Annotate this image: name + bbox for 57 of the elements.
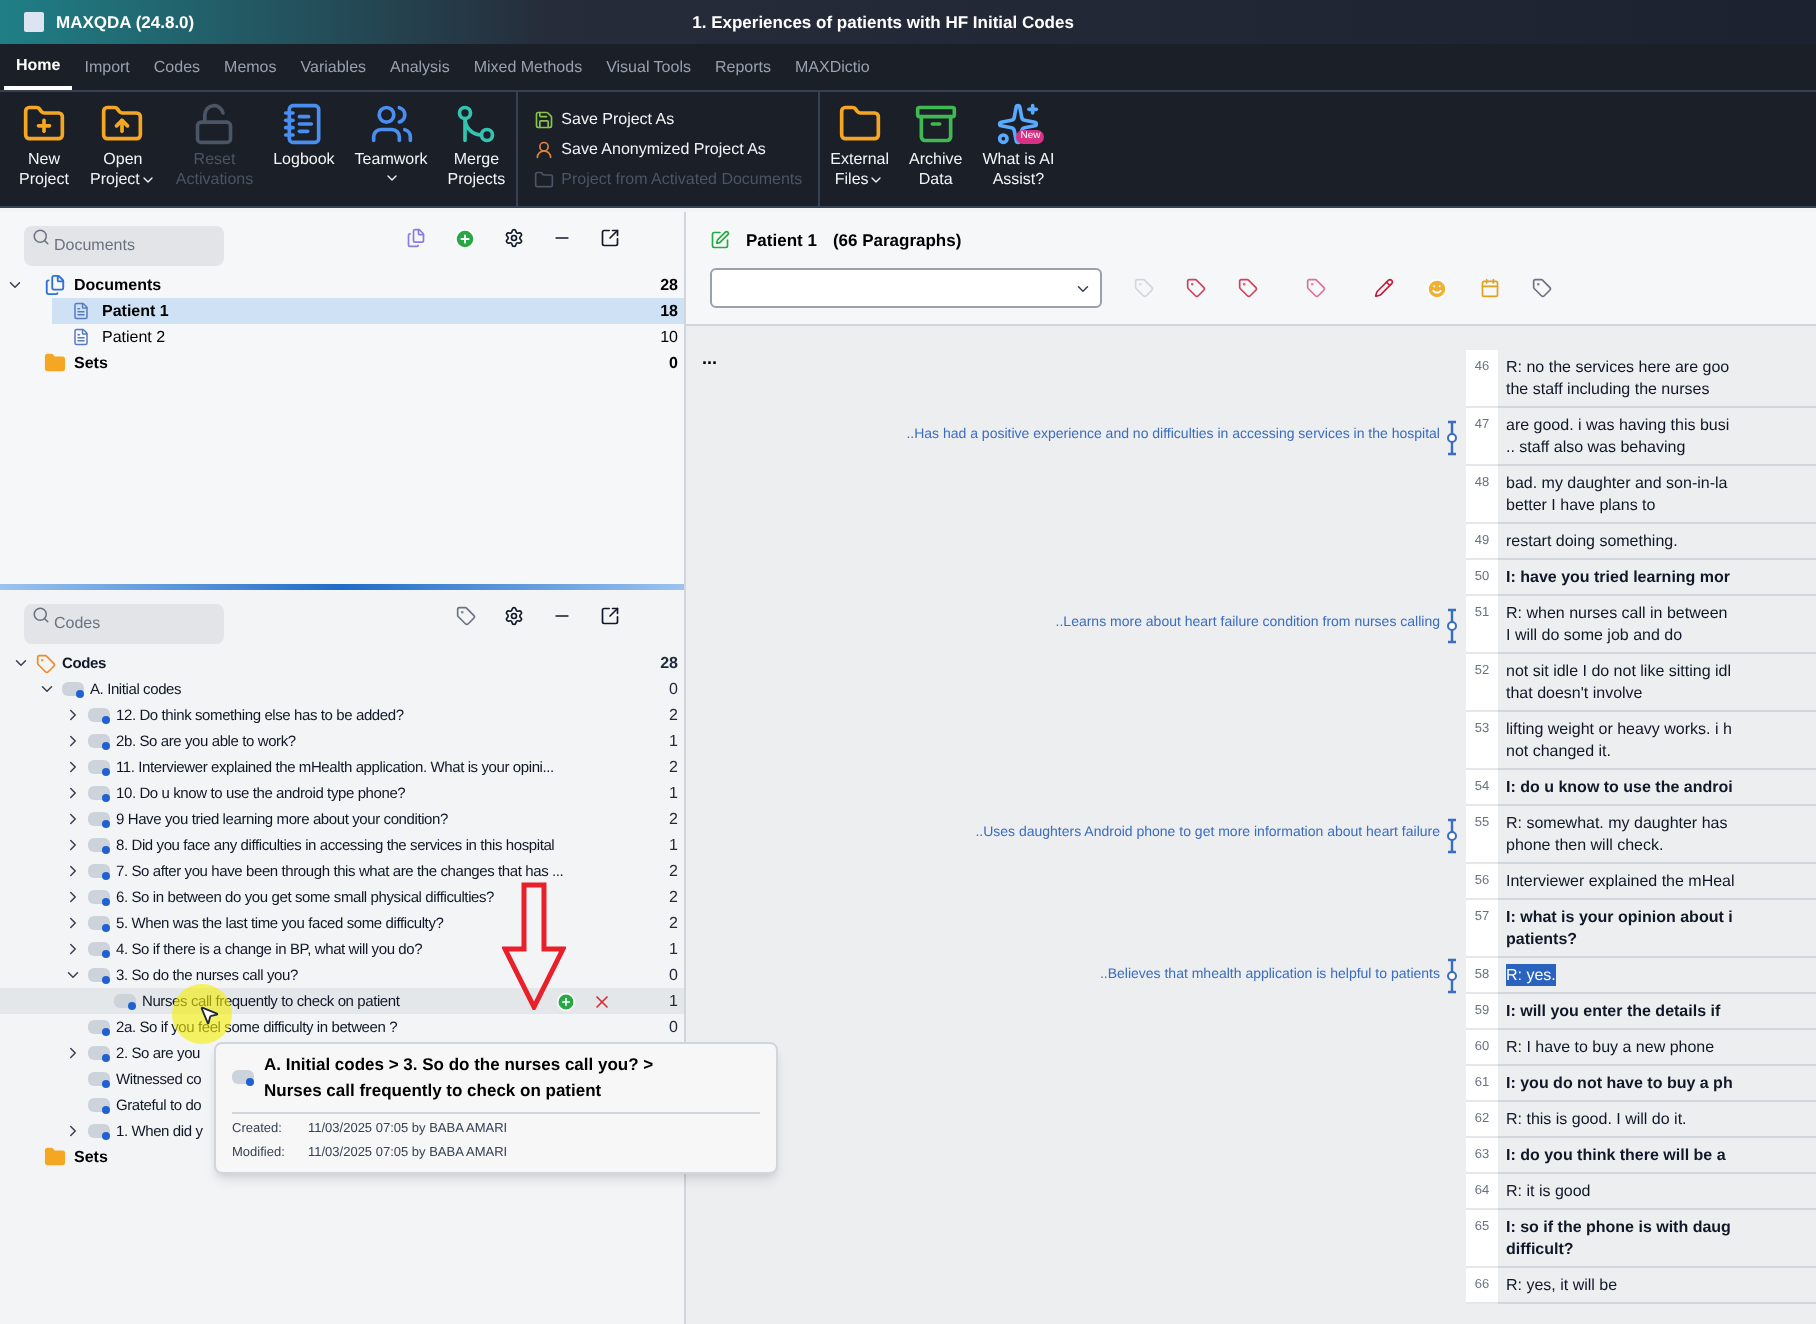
paragraph-text: better I have plans to <box>1506 494 1656 516</box>
paragraph-text: that doesn't involve <box>1506 682 1643 704</box>
paragraph-text: restart doing something. <box>1506 530 1678 552</box>
paragraph-text: I: do u know to use the androi <box>1506 776 1733 798</box>
document-label: Patient 1 <box>102 299 169 323</box>
paragraph-count: (66 Paragraphs) <box>832 227 962 253</box>
code-count: 2 <box>667 859 680 883</box>
code-count: 1 <box>667 781 680 805</box>
paragraph-text: I: have you tried learning mor <box>1506 566 1731 588</box>
paragraph-text: I: you do not have to buy a ph <box>1506 1072 1733 1094</box>
paragraph-text: difficult? <box>1506 1238 1574 1260</box>
code-count: 2 <box>667 703 680 727</box>
paragraph-text: .. staff also was behaving <box>1506 436 1686 458</box>
sets-count: 0 <box>667 351 680 375</box>
paragraph-text: I: so if the phone is with daug <box>1506 1216 1731 1238</box>
code-count: 1 <box>667 937 680 961</box>
tooltip-code-name: Nurses call frequently to check on patient <box>264 1077 604 1103</box>
paragraph-text: R: it is good <box>1506 1180 1591 1202</box>
paragraph-text: R: no the services here are goo <box>1506 356 1730 378</box>
document-label: Patient 2 <box>102 325 166 349</box>
paragraph-text: R: when nurses call in between <box>1506 602 1728 624</box>
code-count: 0 <box>667 1015 680 1039</box>
code-count: 1 <box>667 989 680 1013</box>
code-count: 0 <box>667 963 680 987</box>
document-count: 10 <box>658 325 680 349</box>
document-count: 28 <box>658 273 680 297</box>
paragraph-text: R: this is good. I will do it. <box>1506 1108 1687 1130</box>
paragraph-text: phone then will check. <box>1506 834 1664 856</box>
paragraph-text: bad. my daughter and son-in-la <box>1506 472 1728 494</box>
paragraph-text: patients? <box>1506 928 1578 950</box>
code-count: 1 <box>667 833 680 857</box>
app-title: MAXQDA (24.8.0) <box>56 9 195 35</box>
paragraph-text: R: yes. <box>1506 964 1556 986</box>
code-count: 2 <box>667 755 680 779</box>
tooltip-code-path: A. Initial codes > 3. So do the nurses call you? > <box>264 1052 654 1078</box>
paragraph-text: not changed it. <box>1506 740 1611 762</box>
code-count: 0 <box>667 677 680 701</box>
paragraph-text: I: what is your opinion about i <box>1506 906 1733 928</box>
code-count: 2 <box>667 807 680 831</box>
document-count: 18 <box>658 299 680 323</box>
code-count: 1 <box>667 729 680 753</box>
paragraph-text: Interviewer explained the mHeal <box>1506 870 1735 892</box>
paragraph-text: I: will you enter the details if <box>1506 1000 1721 1022</box>
paragraph-text: R: I have to buy a new phone <box>1506 1036 1715 1058</box>
document-title: Patient 1 <box>746 227 817 253</box>
paragraph-text: not sit idle I do not like sitting idl <box>1506 660 1732 682</box>
paragraph-text: I will do some job and do <box>1506 624 1683 646</box>
paragraph-text: are good. i was having this busi <box>1506 414 1730 436</box>
paragraph-text: lifting weight or heavy works. i h <box>1506 718 1732 740</box>
paragraph-text: R: somewhat. my daughter has <box>1506 812 1728 834</box>
window-title: 1. Experiences of patients with HF Initial Codes <box>692 9 1074 35</box>
code-count: 2 <box>667 911 680 935</box>
paragraph-text: I: do you think there will be a <box>1506 1144 1726 1166</box>
code-count: 2 <box>667 885 680 909</box>
paragraph-text: the staff including the nurses <box>1506 378 1710 400</box>
code-count: 28 <box>658 651 680 675</box>
paragraph-text: R: yes, it will be <box>1506 1274 1618 1296</box>
